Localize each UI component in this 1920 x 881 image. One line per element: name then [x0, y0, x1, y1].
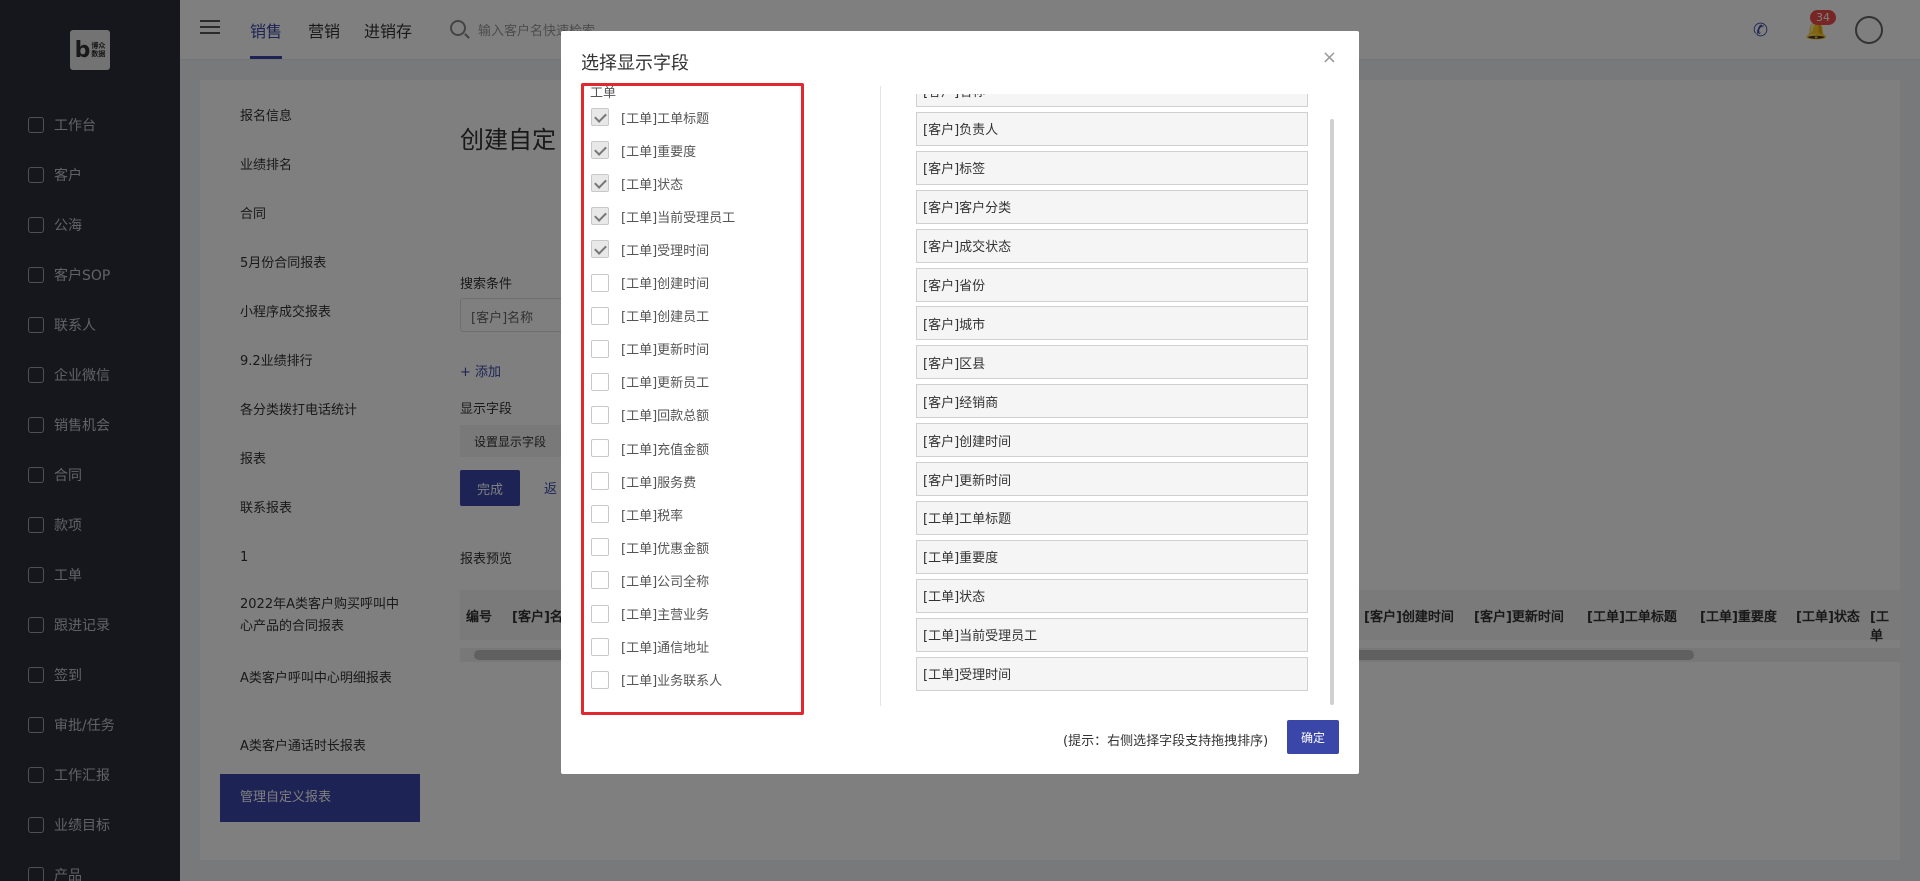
checkbox-checked[interactable] — [591, 108, 609, 126]
field-checkbox-row[interactable]: [工单]充值金额 — [591, 437, 709, 459]
selected-field-item[interactable]: [工单]重要度 — [916, 539, 1308, 574]
field-checkbox-label: [工单]通信地址 — [621, 641, 710, 657]
confirm-button[interactable]: 确定 — [1287, 720, 1339, 754]
field-checkbox-label: [工单]状态 — [621, 177, 684, 193]
field-checkbox-row[interactable]: [工单]更新时间 — [591, 338, 709, 360]
field-checkbox-row[interactable]: [工单]受理时间 — [591, 238, 709, 260]
field-checkbox-label: [工单]优惠金额 — [621, 541, 710, 557]
checkbox[interactable] — [591, 571, 609, 590]
selected-field-item[interactable]: [客户]成交状态 — [916, 228, 1308, 263]
checkbox-checked[interactable] — [591, 207, 609, 226]
selected-field-item[interactable]: [客户]更新时间 — [916, 462, 1308, 496]
field-checkbox-row[interactable]: [工单]通信地址 — [591, 636, 709, 658]
field-checkbox-label: [工单]回款总额 — [621, 409, 710, 425]
checkbox[interactable] — [591, 472, 609, 491]
field-checkbox-label: [工单]服务费 — [621, 475, 697, 491]
checkbox[interactable] — [591, 372, 609, 391]
field-checkbox-row[interactable]: [工单]优惠金额 — [591, 536, 709, 558]
field-checkbox-list: 工单 [工单]工单标题 [工单]重要度 [工单]状态 [工单]当前受理员工 [工单]受理… — [581, 83, 804, 715]
drag-sort-hint: (提示：右侧选择字段支持拖拽排序) — [1063, 734, 1269, 749]
field-checkbox-label: [工单]税率 — [621, 508, 684, 524]
field-checkbox-label: [工单]充值金额 — [621, 442, 710, 458]
field-checkbox-row[interactable]: [工单]状态 — [591, 172, 683, 194]
checkbox[interactable] — [591, 505, 609, 524]
dialog-title: 选择显示字段 — [581, 53, 689, 74]
checkbox-checked[interactable] — [591, 240, 609, 259]
checkbox[interactable] — [591, 670, 609, 689]
selected-field-item[interactable]: [客户]区县 — [916, 345, 1308, 380]
field-checkbox-label: [工单]更新时间 — [621, 343, 710, 359]
checkbox[interactable] — [591, 405, 609, 424]
field-checkbox-row[interactable]: [工单]服务费 — [591, 470, 696, 492]
selected-field-item[interactable]: [工单]状态 — [916, 578, 1308, 613]
checkbox[interactable] — [591, 538, 609, 557]
selected-field-item[interactable]: [工单]受理时间 — [916, 656, 1308, 691]
panel-divider — [880, 86, 881, 706]
field-checkbox-label: [工单]重要度 — [621, 144, 697, 160]
select-fields-dialog: 选择显示字段 × 工单 [工单]工单标题 [工单]重要度 [工单]状态 [工单]当前受… — [561, 31, 1359, 774]
field-checkbox-row[interactable]: [工单]创建时间 — [591, 272, 709, 294]
field-checkbox-label: [工单]受理时间 — [621, 243, 710, 259]
field-checkbox-label: [工单]当前受理员工 — [621, 210, 736, 226]
field-checkbox-row[interactable]: [工单]主营业务 — [591, 603, 709, 625]
close-icon[interactable]: × — [1322, 47, 1337, 68]
checkbox[interactable] — [591, 273, 609, 292]
checkbox-checked[interactable] — [591, 141, 609, 160]
field-checkbox-row[interactable]: [工单]公司全称 — [591, 569, 709, 591]
field-checkbox-label: [工单]更新员工 — [621, 376, 710, 392]
field-checkbox-label: [工单]业务联系人 — [621, 674, 723, 690]
selected-field-item[interactable]: [客户]经销商 — [916, 384, 1308, 419]
selected-field-item[interactable]: [客户]名称 — [916, 94, 1308, 107]
selected-field-item[interactable]: [客户]城市 — [916, 306, 1308, 341]
field-checkbox-row[interactable]: [工单]工单标题 — [591, 106, 709, 128]
selected-field-item[interactable]: [客户]标签 — [916, 150, 1308, 185]
field-checkbox-row[interactable]: [工单]创建员工 — [591, 305, 709, 327]
checkbox[interactable] — [591, 439, 609, 457]
selected-field-item[interactable]: [客户]客户分类 — [916, 189, 1308, 224]
checkbox-checked[interactable] — [591, 174, 609, 193]
selected-field-item[interactable]: [工单]工单标题 — [916, 500, 1308, 535]
checkbox[interactable] — [591, 306, 609, 325]
field-checkbox-label: [工单]主营业务 — [621, 608, 710, 623]
selected-field-item[interactable]: [工单]当前受理员工 — [916, 617, 1308, 652]
field-checkbox-label: [工单]工单标题 — [621, 111, 710, 127]
field-checkbox-row[interactable]: [工单]重要度 — [591, 139, 696, 161]
field-checkbox-row[interactable]: [工单]税率 — [591, 503, 683, 525]
selected-field-item[interactable]: [客户]省份 — [916, 267, 1308, 302]
field-checkbox-label: [工单]创建员工 — [621, 310, 710, 326]
checkbox[interactable] — [591, 339, 609, 358]
field-checkbox-row[interactable]: [工单]更新员工 — [591, 371, 709, 393]
field-checkbox-label: [工单]公司全称 — [621, 574, 710, 590]
selected-field-item[interactable]: [客户]创建时间 — [916, 423, 1308, 458]
field-checkbox-label: [工单]创建时间 — [621, 277, 710, 292]
field-group-label: 工单 — [590, 86, 617, 101]
field-checkbox-row[interactable]: [工单]回款总额 — [591, 404, 709, 426]
checkbox[interactable] — [591, 637, 609, 656]
selected-fields-list: [客户]名称 [客户]负责人 [客户]标签 [客户]客户分类 [客户]成交状态 [客户]省… — [916, 94, 1308, 705]
field-checkbox-row[interactable]: [工单]业务联系人 — [591, 669, 722, 691]
vertical-scrollbar[interactable] — [1330, 119, 1334, 705]
selected-field-item[interactable]: [客户]负责人 — [916, 111, 1308, 146]
checkbox[interactable] — [591, 604, 609, 623]
field-checkbox-row[interactable]: [工单]当前受理员工 — [591, 205, 735, 227]
